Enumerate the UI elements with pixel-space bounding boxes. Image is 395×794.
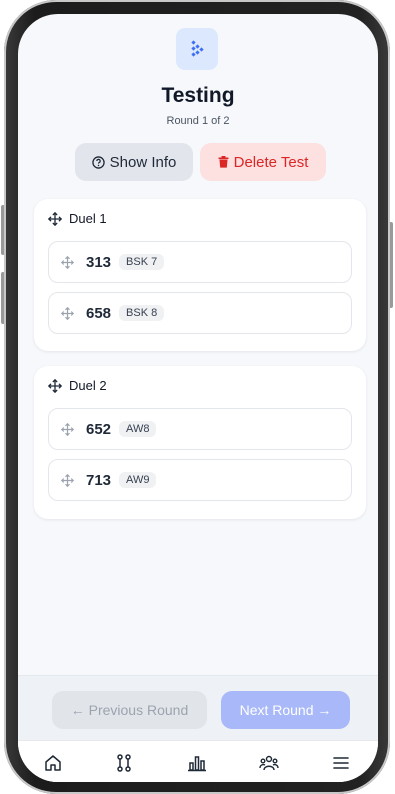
duel-title: Duel 2 bbox=[69, 378, 107, 393]
entry-number: 658 bbox=[86, 304, 112, 322]
trash-icon bbox=[218, 156, 229, 168]
entry-tag: AW9 bbox=[119, 472, 157, 488]
show-info-button[interactable]: Show Info bbox=[75, 143, 193, 181]
show-info-label: Show Info bbox=[109, 153, 177, 171]
round-indicator: Round 1 of 2 bbox=[166, 115, 230, 127]
move-icon[interactable] bbox=[48, 211, 62, 226]
round-navigation-bar: ← Previous Round Next Round → bbox=[18, 675, 378, 782]
move-icon[interactable] bbox=[48, 378, 62, 393]
delete-test-button[interactable]: Delete Test bbox=[200, 143, 326, 181]
home-icon[interactable] bbox=[43, 753, 63, 773]
next-round-button[interactable]: Next Round → bbox=[221, 691, 350, 729]
app-screen: Testing Round 1 of 2 Show Info Delete Te… bbox=[18, 14, 378, 782]
entry-number: 652 bbox=[86, 420, 112, 438]
chart-icon[interactable] bbox=[187, 753, 207, 773]
duel-entry[interactable]: 713 AW9 bbox=[48, 459, 352, 501]
duel-entry[interactable]: 658 BSK 8 bbox=[48, 292, 352, 334]
delete-test-label: Delete Test bbox=[233, 153, 309, 171]
duel-title: Duel 1 bbox=[69, 211, 107, 226]
duel-header[interactable]: Duel 2 bbox=[48, 378, 107, 393]
drag-handle-icon[interactable] bbox=[61, 255, 74, 269]
route-icon[interactable] bbox=[114, 753, 134, 773]
drag-handle-icon[interactable] bbox=[61, 422, 74, 436]
duel-card: Duel 1 313 BSK 7 658 BSK 8 bbox=[34, 199, 366, 351]
entry-number: 713 bbox=[86, 471, 112, 489]
menu-icon[interactable] bbox=[331, 753, 351, 773]
drag-handle-icon[interactable] bbox=[61, 306, 74, 320]
entry-tag: BSK 8 bbox=[119, 305, 165, 321]
drag-handle-icon[interactable] bbox=[61, 473, 74, 487]
help-circle-icon bbox=[91, 155, 105, 169]
duel-entry[interactable]: 652 AW8 bbox=[48, 408, 352, 450]
duel-header[interactable]: Duel 1 bbox=[48, 211, 107, 226]
bottom-tab-bar bbox=[18, 740, 378, 782]
page-title: Testing bbox=[161, 84, 235, 107]
duel-card: Duel 2 652 AW8 713 AW9 bbox=[34, 366, 366, 519]
app-logo bbox=[176, 28, 218, 70]
entry-number: 313 bbox=[86, 253, 112, 271]
entry-tag: BSK 7 bbox=[119, 254, 165, 270]
entry-tag: AW8 bbox=[119, 421, 157, 437]
phone-frame: Testing Round 1 of 2 Show Info Delete Te… bbox=[4, 0, 390, 794]
duel-entry[interactable]: 313 BSK 7 bbox=[48, 241, 352, 283]
app-logo-icon bbox=[191, 40, 204, 57]
people-icon[interactable] bbox=[259, 753, 279, 773]
previous-round-button[interactable]: ← Previous Round bbox=[52, 691, 207, 729]
